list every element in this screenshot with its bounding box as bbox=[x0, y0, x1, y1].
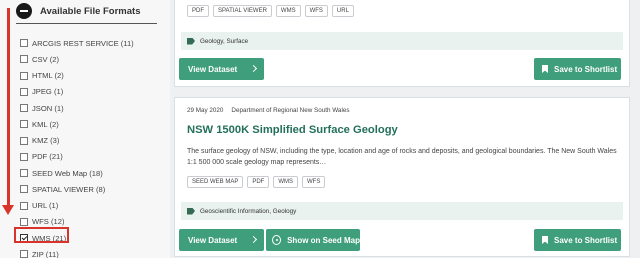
category-text: Geoscientific Information, Geology bbox=[200, 207, 297, 215]
annotation-highlight-box bbox=[14, 227, 69, 243]
format-option-url[interactable]: URL (1) bbox=[20, 198, 134, 214]
format-label: WFS (12) bbox=[32, 217, 65, 227]
show-on-seed-map-label: Show on Seed Map bbox=[287, 235, 360, 245]
chevron-right-icon bbox=[249, 235, 258, 244]
dataset-meta: 29 May 2020 Department of Regional New S… bbox=[187, 107, 350, 114]
format-label: PDF (21) bbox=[32, 152, 63, 162]
view-dataset-label: View Dataset bbox=[188, 64, 238, 74]
bookmark-icon bbox=[542, 236, 548, 244]
format-option-csv[interactable]: CSV (2) bbox=[20, 51, 134, 67]
dataset-title[interactable]: NSW 1500K Simplified Surface Geology bbox=[187, 124, 398, 136]
category-text: Geology, Surface bbox=[200, 37, 249, 45]
dataset-card: 29 May 2020 Department of Regional New S… bbox=[174, 97, 630, 257]
format-option-seed-web-map[interactable]: SEED Web Map (18) bbox=[20, 165, 134, 181]
checkbox[interactable] bbox=[20, 217, 28, 226]
format-tag: SPATIAL VIEWER bbox=[213, 5, 272, 17]
format-label: HTML (2) bbox=[32, 71, 64, 81]
checkbox[interactable] bbox=[20, 185, 28, 194]
format-tag: URL bbox=[331, 5, 354, 17]
tag-icon bbox=[187, 207, 195, 215]
format-tags: PDF SPATIAL VIEWER WMS WFS URL bbox=[187, 5, 354, 17]
format-label: JPEG (1) bbox=[32, 87, 64, 97]
format-tag: WMS bbox=[273, 176, 299, 188]
format-label: ARCGIS REST SERVICE (11) bbox=[32, 38, 134, 48]
collapse-minus-icon[interactable] bbox=[16, 3, 32, 19]
checkbox[interactable] bbox=[20, 104, 28, 113]
checkbox[interactable] bbox=[20, 55, 28, 64]
checkbox[interactable] bbox=[20, 87, 28, 96]
view-dataset-button[interactable]: View Dataset bbox=[179, 58, 264, 80]
format-label: ZIP (11) bbox=[32, 249, 59, 258]
chevron-right-icon bbox=[249, 64, 258, 73]
dataset-card: PDF SPATIAL VIEWER WMS WFS URL Geology, … bbox=[174, 0, 630, 87]
format-label: KML (2) bbox=[32, 119, 59, 129]
format-label: KMZ (3) bbox=[32, 136, 60, 146]
save-to-shortlist-button[interactable]: Save to Shortlist bbox=[534, 58, 621, 80]
show-on-seed-map-button[interactable]: Show on Seed Map bbox=[266, 229, 360, 251]
format-tag: PDF bbox=[187, 5, 209, 17]
format-option-zip[interactable]: ZIP (11) bbox=[20, 246, 134, 258]
format-tag: SEED WEB MAP bbox=[187, 176, 244, 188]
annotation-arrow-head bbox=[2, 205, 14, 215]
format-list: ARCGIS REST SERVICE (11) CSV (2) HTML (2… bbox=[20, 35, 134, 258]
checkbox[interactable] bbox=[20, 169, 28, 178]
format-option-arcgis[interactable]: ARCGIS REST SERVICE (11) bbox=[20, 35, 134, 51]
format-tag: WFS bbox=[302, 176, 326, 188]
format-option-kmz[interactable]: KMZ (3) bbox=[20, 133, 134, 149]
checkbox[interactable] bbox=[20, 120, 28, 129]
format-tag: PDF bbox=[247, 176, 270, 188]
save-to-shortlist-label: Save to Shortlist bbox=[554, 64, 618, 74]
file-format-filter-header[interactable]: Available File Formats bbox=[16, 3, 141, 19]
format-option-spatial-viewer[interactable]: SPATIAL VIEWER (8) bbox=[20, 181, 134, 197]
dataset-description: The surface geology of NSW, including th… bbox=[187, 148, 617, 166]
bookmark-icon bbox=[542, 65, 548, 73]
format-tags: SEED WEB MAP PDF WMS WFS bbox=[187, 176, 326, 188]
category-bar: Geology, Surface bbox=[181, 32, 623, 50]
format-option-pdf[interactable]: PDF (21) bbox=[20, 149, 134, 165]
format-option-jpeg[interactable]: JPEG (1) bbox=[20, 84, 134, 100]
category-bar: Geoscientific Information, Geology bbox=[181, 202, 623, 220]
format-option-kml[interactable]: KML (2) bbox=[20, 116, 134, 132]
file-format-filter-panel: Available File Formats ARCGIS REST SERVI… bbox=[0, 0, 170, 258]
format-label: URL (1) bbox=[32, 201, 59, 211]
checkbox[interactable] bbox=[20, 201, 28, 210]
save-to-shortlist-label: Save to Shortlist bbox=[554, 235, 618, 245]
format-option-html[interactable]: HTML (2) bbox=[20, 68, 134, 84]
view-dataset-button[interactable]: View Dataset bbox=[179, 229, 264, 251]
dataset-date: 29 May 2020 bbox=[187, 107, 224, 114]
format-tag: WFS bbox=[304, 5, 328, 17]
checkbox[interactable] bbox=[20, 250, 28, 258]
view-dataset-label: View Dataset bbox=[188, 235, 238, 245]
save-to-shortlist-button[interactable]: Save to Shortlist bbox=[534, 229, 621, 251]
checkbox[interactable] bbox=[20, 152, 28, 161]
filter-title: Available File Formats bbox=[40, 5, 141, 17]
map-target-icon bbox=[272, 235, 282, 245]
checkbox[interactable] bbox=[20, 71, 28, 80]
format-label: SEED Web Map (18) bbox=[32, 168, 103, 178]
dataset-organisation: Department of Regional New South Wales bbox=[231, 107, 350, 114]
annotation-arrow-line bbox=[7, 8, 10, 208]
divider bbox=[16, 23, 157, 24]
checkbox[interactable] bbox=[20, 136, 28, 145]
format-label: CSV (2) bbox=[32, 54, 60, 64]
tag-icon bbox=[187, 37, 195, 45]
format-option-json[interactable]: JSON (1) bbox=[20, 100, 134, 116]
format-tag: WMS bbox=[275, 5, 301, 17]
format-label: SPATIAL VIEWER (8) bbox=[32, 184, 106, 194]
checkbox[interactable] bbox=[20, 39, 28, 48]
format-label: JSON (1) bbox=[32, 103, 64, 113]
